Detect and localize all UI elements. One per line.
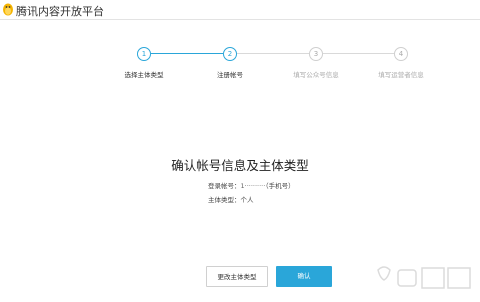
type-label: 主体类型： xyxy=(208,196,241,204)
top-bar: 腾讯内容开放平台 xyxy=(0,0,480,20)
account-row: 登录帐号：1··········（手机号） xyxy=(208,180,295,190)
progress-steps: 1 选择主体类型 2 注册帐号 3 填写公众号信息 4 填写运营者信息 xyxy=(110,43,430,83)
step-4-circle: 4 xyxy=(394,47,408,61)
type-row: 主体类型：个人 xyxy=(208,194,254,204)
step-3-circle: 3 xyxy=(309,47,323,61)
account-label: 登录帐号： xyxy=(208,182,241,190)
step-connector xyxy=(237,53,309,54)
step-4-label: 填写运营者信息 xyxy=(378,71,424,79)
step-connector xyxy=(151,53,223,54)
account-suffix: （手机号） xyxy=(265,182,295,190)
step-1-circle: 1 xyxy=(137,47,151,61)
change-type-button[interactable]: 更改主体类型 xyxy=(206,266,268,287)
step-2-label: 注册帐号 xyxy=(217,71,243,79)
step-1-label: 选择主体类型 xyxy=(124,71,164,79)
confirm-button[interactable]: 确认 xyxy=(276,266,332,287)
brand-title: 腾讯内容开放平台 xyxy=(16,5,104,18)
account-value: 1·········· xyxy=(240,182,266,190)
page-title: 确认帐号信息及主体类型 xyxy=(171,158,309,173)
penguin-logo-icon xyxy=(3,3,13,16)
watermark-graphic xyxy=(377,266,471,289)
step-3-label: 填写公众号信息 xyxy=(293,71,339,79)
step-connector xyxy=(323,53,400,54)
type-value: 个人 xyxy=(240,196,254,204)
step-2-circle: 2 xyxy=(223,47,237,61)
